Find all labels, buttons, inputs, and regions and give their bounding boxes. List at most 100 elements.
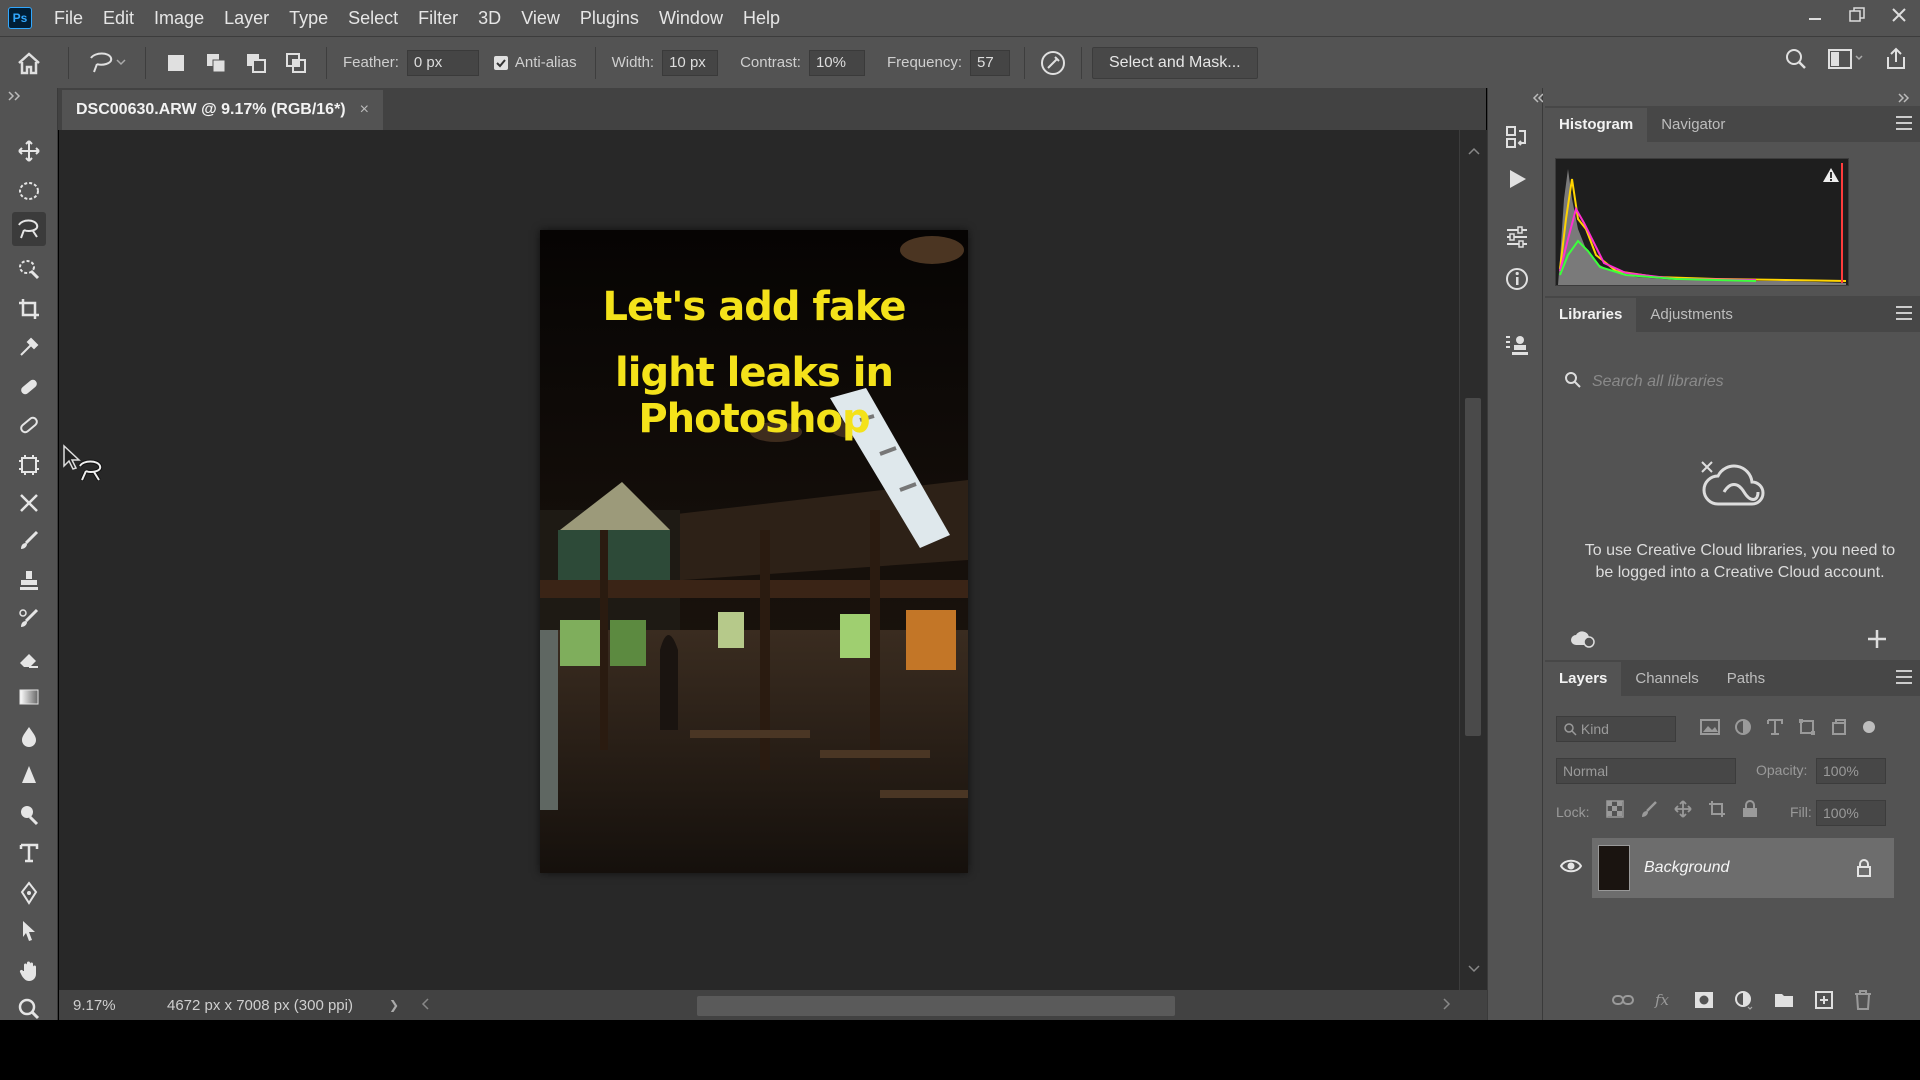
expand-toolbar-icon[interactable] bbox=[8, 90, 22, 104]
scroll-right-icon[interactable] bbox=[1443, 997, 1451, 1014]
filter-adjustment-icon[interactable] bbox=[1734, 718, 1752, 741]
add-mask-icon[interactable] bbox=[1694, 991, 1714, 1014]
antialias-checkbox[interactable]: Anti-alias bbox=[493, 54, 577, 71]
layer-kind-filter[interactable]: Kind bbox=[1556, 716, 1676, 742]
new-adjustment-layer-icon[interactable] bbox=[1734, 990, 1754, 1015]
hand-tool-icon[interactable] bbox=[12, 954, 46, 988]
home-icon[interactable] bbox=[0, 51, 58, 75]
menu-image[interactable]: Image bbox=[144, 0, 214, 36]
horizontal-scroll-thumb[interactable] bbox=[697, 996, 1175, 1016]
new-group-folder-icon[interactable] bbox=[1774, 991, 1794, 1014]
menu-edit[interactable]: Edit bbox=[93, 0, 144, 36]
link-layers-icon[interactable] bbox=[1612, 993, 1634, 1012]
workspace-icon[interactable] bbox=[1828, 47, 1864, 75]
info-icon[interactable] bbox=[1502, 264, 1532, 294]
clone-source-icon[interactable] bbox=[1502, 330, 1532, 360]
minimize-icon[interactable] bbox=[1794, 0, 1836, 30]
tab-layers[interactable]: Layers bbox=[1545, 662, 1622, 696]
add-library-icon[interactable] bbox=[1866, 628, 1888, 655]
layer-lock-icon[interactable] bbox=[1856, 858, 1872, 883]
eyedropper-tool-icon[interactable] bbox=[12, 330, 46, 364]
menu-type[interactable]: Type bbox=[279, 0, 338, 36]
library-search[interactable]: Search all libraries bbox=[1558, 364, 1912, 400]
blur-tool-icon[interactable] bbox=[12, 720, 46, 754]
filter-toggle-icon[interactable] bbox=[1862, 720, 1876, 739]
vertical-scroll-thumb[interactable] bbox=[1465, 398, 1481, 736]
lasso-marquee-tool-icon[interactable] bbox=[12, 174, 46, 208]
close-document-icon[interactable]: × bbox=[360, 101, 369, 119]
filter-pixel-icon[interactable] bbox=[1700, 718, 1720, 741]
lock-transparent-pixels-icon[interactable] bbox=[1606, 800, 1624, 823]
stylus-pressure-icon[interactable] bbox=[1035, 49, 1071, 77]
quick-selection-tool-icon[interactable] bbox=[12, 252, 46, 286]
menu-select[interactable]: Select bbox=[338, 0, 408, 36]
subtract-from-selection-icon[interactable] bbox=[236, 52, 276, 74]
add-to-selection-icon[interactable] bbox=[196, 52, 236, 74]
feather-input[interactable]: 0 px bbox=[406, 49, 479, 76]
select-and-mask-button[interactable]: Select and Mask... bbox=[1092, 46, 1258, 79]
path-selection-tool-icon[interactable] bbox=[12, 914, 46, 948]
filter-smart-object-icon[interactable] bbox=[1830, 718, 1848, 741]
layer-style-fx-icon[interactable]: fx bbox=[1654, 991, 1674, 1014]
layer-visibility-eye-icon[interactable] bbox=[1559, 858, 1583, 879]
width-input[interactable]: 10 px bbox=[662, 49, 719, 76]
panel-menu-icon[interactable] bbox=[1896, 116, 1912, 130]
tab-histogram[interactable]: Histogram bbox=[1545, 108, 1648, 142]
zoom-level[interactable]: 9.17% bbox=[73, 997, 149, 1014]
lock-image-pixels-icon[interactable] bbox=[1640, 800, 1658, 823]
lock-all-icon[interactable] bbox=[1742, 800, 1758, 823]
cloud-sync-icon[interactable] bbox=[1570, 628, 1596, 653]
filter-type-icon[interactable] bbox=[1766, 718, 1784, 741]
document-image[interactable]: Let's add fake light leaks in Photoshop bbox=[540, 230, 968, 873]
sharpen-tool-icon[interactable] bbox=[12, 758, 46, 792]
share-icon[interactable] bbox=[1884, 47, 1908, 75]
lock-artboard-icon[interactable] bbox=[1708, 800, 1726, 823]
blend-mode-select[interactable]: Normal bbox=[1556, 758, 1736, 784]
contrast-input[interactable]: 10% bbox=[808, 49, 865, 76]
delete-layer-trash-icon[interactable] bbox=[1854, 990, 1872, 1015]
menu-help[interactable]: Help bbox=[733, 0, 790, 36]
search-icon[interactable] bbox=[1784, 47, 1808, 75]
tab-adjustments[interactable]: Adjustments bbox=[1636, 298, 1747, 332]
tab-navigator[interactable]: Navigator bbox=[1647, 108, 1739, 142]
scroll-down-icon[interactable] bbox=[1468, 960, 1480, 978]
crop-tool-icon[interactable] bbox=[12, 292, 46, 326]
clone-stamp-tool-icon[interactable] bbox=[12, 564, 46, 598]
history-panel-icon[interactable] bbox=[1502, 122, 1532, 152]
panel-menu-icon[interactable] bbox=[1896, 670, 1912, 684]
restore-icon[interactable] bbox=[1836, 0, 1878, 30]
magnetic-lasso-tool-icon[interactable] bbox=[12, 212, 46, 246]
menu-view[interactable]: View bbox=[511, 0, 570, 36]
dodge-tool-icon[interactable] bbox=[12, 798, 46, 832]
panel-menu-icon[interactable] bbox=[1896, 306, 1912, 320]
menu-3d[interactable]: 3D bbox=[468, 0, 511, 36]
spot-healing-brush-icon[interactable] bbox=[12, 370, 46, 404]
move-tool-icon[interactable] bbox=[12, 134, 46, 168]
gradient-tool-icon[interactable] bbox=[12, 680, 46, 714]
intersect-selection-icon[interactable] bbox=[276, 52, 316, 74]
properties-sliders-icon[interactable] bbox=[1502, 222, 1532, 252]
new-layer-icon[interactable] bbox=[1814, 990, 1834, 1015]
type-tool-icon[interactable] bbox=[12, 836, 46, 870]
history-brush-icon[interactable] bbox=[12, 602, 46, 636]
menu-filter[interactable]: Filter bbox=[408, 0, 468, 36]
eraser-tool-icon[interactable] bbox=[12, 642, 46, 676]
tab-channels[interactable]: Channels bbox=[1621, 662, 1712, 696]
lock-position-icon[interactable] bbox=[1674, 800, 1692, 823]
document-tab[interactable]: DSC00630.ARW @ 9.17% (RGB/16*) × bbox=[62, 90, 383, 130]
healing-brush-icon[interactable] bbox=[12, 408, 46, 442]
warning-icon[interactable] bbox=[1822, 167, 1840, 188]
actions-play-icon[interactable] bbox=[1502, 164, 1532, 194]
vertical-scrollbar[interactable] bbox=[1459, 130, 1487, 990]
layer-row-background[interactable]: Background bbox=[1592, 838, 1894, 898]
scissors-tool-icon[interactable] bbox=[12, 486, 46, 520]
frequency-input[interactable]: 57 bbox=[970, 49, 1010, 76]
new-selection-icon[interactable] bbox=[156, 54, 196, 71]
scroll-up-icon[interactable] bbox=[1468, 142, 1480, 160]
tab-libraries[interactable]: Libraries bbox=[1545, 298, 1637, 332]
frame-tool-icon[interactable] bbox=[12, 448, 46, 482]
close-icon[interactable] bbox=[1878, 0, 1920, 30]
status-menu-arrow[interactable]: ❯ bbox=[389, 998, 399, 1012]
scroll-left-icon[interactable] bbox=[421, 997, 429, 1014]
brush-tool-icon[interactable] bbox=[12, 524, 46, 558]
